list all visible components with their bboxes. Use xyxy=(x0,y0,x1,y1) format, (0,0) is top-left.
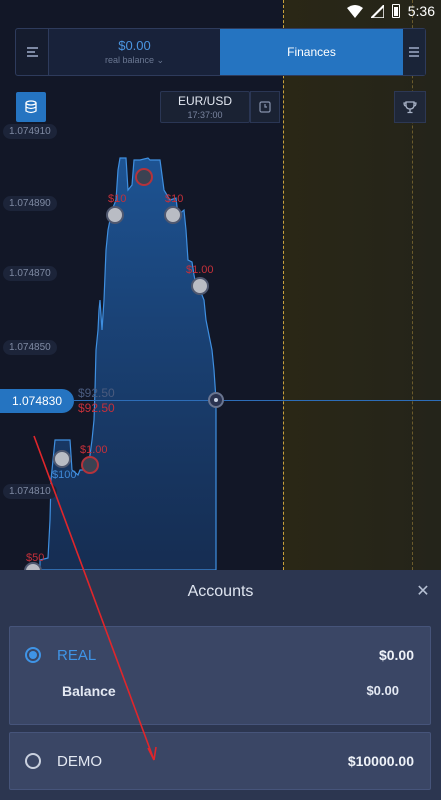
tournaments-button[interactable] xyxy=(394,91,426,123)
current-price-marker: 1.074830 xyxy=(0,389,74,413)
menu-icon xyxy=(408,47,420,57)
account-amount-demo: $10000.00 xyxy=(347,753,414,769)
trade-amount: $1.00 xyxy=(186,264,214,276)
price-axis-label: 1.074870 xyxy=(3,266,57,281)
account-option-demo[interactable]: DEMO $10000.00 xyxy=(9,732,431,790)
trade-avatar-icon[interactable] xyxy=(81,456,99,474)
balance-value: $0.00 xyxy=(366,683,399,698)
trophy-icon xyxy=(403,101,417,114)
crosshair-handle[interactable] xyxy=(208,392,224,408)
balance-type-label: real balance ⌄ xyxy=(104,55,165,65)
trade-amount: $10 xyxy=(165,193,184,205)
top-header: $0.00 real balance ⌄ Finances xyxy=(15,28,426,76)
status-bar: 5:36 xyxy=(0,0,441,22)
database-icon xyxy=(25,100,37,114)
asset-pair-label: EUR/USD xyxy=(177,94,232,108)
asset-selector[interactable]: EUR/USD 17:37:00 xyxy=(160,91,250,123)
expiry-time-label: 17:37:00 xyxy=(187,110,223,120)
payout-down-label: $92.50 xyxy=(78,401,115,415)
clock-icon xyxy=(259,101,271,113)
trade-avatar-icon[interactable] xyxy=(191,277,209,295)
trade-avatar-icon[interactable] xyxy=(53,450,71,468)
price-axis-label: 1.074910 xyxy=(3,124,57,139)
right-menu-button[interactable] xyxy=(403,29,425,75)
balance-label: Balance xyxy=(62,683,116,699)
sheet-title: Accounts xyxy=(187,583,254,600)
trade-avatar-icon[interactable] xyxy=(106,206,124,224)
finances-button[interactable]: Finances xyxy=(220,29,403,75)
payout-up-label: $92.50 xyxy=(78,386,115,400)
accounts-sheet: Accounts ✕ REAL $0.00 Balance $0.00 DEMO… xyxy=(0,570,441,800)
close-icon[interactable]: ✕ xyxy=(416,584,430,600)
trade-avatar-icon[interactable] xyxy=(135,168,153,186)
trade-amount: $10 xyxy=(108,193,127,205)
radio-unselected[interactable] xyxy=(25,753,41,769)
timeframe-button[interactable] xyxy=(250,91,280,123)
price-area-chart xyxy=(39,157,217,570)
account-amount-real: $0.00 xyxy=(378,647,414,663)
balance-selector[interactable]: $0.00 real balance ⌄ xyxy=(49,29,220,75)
battery-icon xyxy=(391,4,400,18)
radio-selected[interactable] xyxy=(25,647,41,663)
balance-amount: $0.00 xyxy=(118,38,151,53)
wifi-icon xyxy=(346,4,363,18)
price-axis-label: 1.074850 xyxy=(3,340,57,355)
menu-button[interactable] xyxy=(16,29,49,75)
trade-amount: $1.00 xyxy=(80,444,108,456)
current-price-line xyxy=(74,400,441,401)
trade-amount: $100 xyxy=(52,469,77,481)
trade-avatar-icon[interactable] xyxy=(164,206,182,224)
price-axis-label: 1.074890 xyxy=(3,196,57,211)
signal-icon xyxy=(370,4,384,18)
menu-icon xyxy=(26,47,38,57)
account-option-real[interactable]: REAL $0.00 Balance $0.00 xyxy=(9,626,431,725)
account-label-demo: DEMO xyxy=(57,753,102,770)
chart-type-button[interactable] xyxy=(16,92,46,122)
account-label-real: REAL xyxy=(57,647,97,664)
price-axis-label: 1.074810 xyxy=(3,484,57,499)
price-area xyxy=(39,157,217,570)
status-time: 5:36 xyxy=(407,3,435,19)
